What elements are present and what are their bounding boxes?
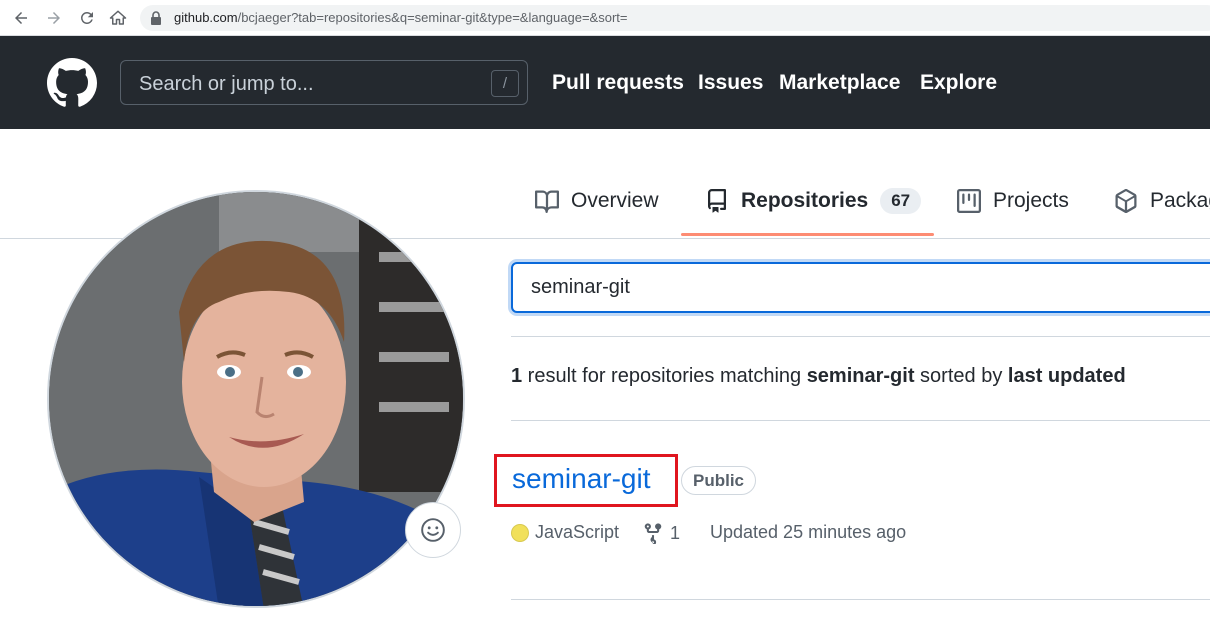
divider xyxy=(511,599,1210,600)
repo-language: JavaScript xyxy=(511,522,619,543)
language-label: JavaScript xyxy=(535,522,620,542)
tab-repositories[interactable]: Repositories 67 xyxy=(705,186,922,216)
smiley-icon xyxy=(421,518,445,542)
visibility-badge: Public xyxy=(681,466,757,495)
home-icon xyxy=(109,10,127,25)
address-bar[interactable]: github.com/bcjaeger?tab=repositories&q=s… xyxy=(140,5,1210,31)
url-text: github.com/bcjaeger?tab=repositories&q=s… xyxy=(174,10,628,25)
nav-pull-requests[interactable]: Pull requests xyxy=(552,71,684,95)
lock-icon xyxy=(151,11,161,25)
tab-overview-label: Overview xyxy=(571,189,659,212)
search-placeholder: Search or jump to... xyxy=(139,73,314,95)
profile-photo xyxy=(49,192,463,606)
home-button[interactable] xyxy=(106,6,130,30)
tab-packages-label: Packages xyxy=(1150,189,1210,212)
tab-projects[interactable]: Projects xyxy=(957,186,1069,216)
find-repository-input[interactable] xyxy=(511,262,1210,313)
arrow-right-icon xyxy=(48,12,60,24)
tab-overview[interactable]: Overview xyxy=(535,186,659,216)
arrow-left-icon xyxy=(15,12,27,24)
fork-icon xyxy=(644,523,662,544)
divider xyxy=(511,420,1210,421)
repo-icon xyxy=(708,189,726,213)
repo-updated: Updated 25 minutes ago xyxy=(710,522,906,543)
divider xyxy=(511,336,1210,337)
github-header: Search or jump to... / Pull requests Iss… xyxy=(0,36,1210,129)
language-color-dot xyxy=(511,523,529,542)
book-icon xyxy=(535,190,559,213)
forward-button[interactable] xyxy=(42,6,66,30)
tab-repositories-label: Repositories xyxy=(741,189,869,212)
selected-tab-indicator xyxy=(681,233,934,236)
reload-button[interactable] xyxy=(75,6,99,30)
repo-name-link[interactable]: seminar-git xyxy=(512,463,650,495)
results-summary: 1 result for repositories matching semin… xyxy=(511,365,1126,387)
repo-search-field[interactable] xyxy=(531,276,1131,299)
updated-text: Updated 25 minutes ago xyxy=(710,522,907,542)
repositories-count-badge: 67 xyxy=(880,188,922,214)
package-icon xyxy=(1115,189,1137,213)
nav-explore[interactable]: Explore xyxy=(920,71,997,95)
github-logo-icon[interactable] xyxy=(47,58,97,108)
reload-icon xyxy=(80,11,93,24)
project-icon xyxy=(957,189,981,213)
repo-forks-link[interactable]: 1 xyxy=(642,522,680,544)
avatar[interactable] xyxy=(47,190,465,608)
nav-issues[interactable]: Issues xyxy=(698,71,763,95)
forks-count: 1 xyxy=(670,522,681,543)
search-shortcut-key: / xyxy=(491,70,519,97)
nav-marketplace[interactable]: Marketplace xyxy=(779,71,900,95)
tab-packages[interactable]: Packages xyxy=(1114,186,1210,216)
global-search-input[interactable]: Search or jump to... / xyxy=(120,60,528,105)
back-button[interactable] xyxy=(9,6,33,30)
set-status-button[interactable] xyxy=(405,502,461,558)
browser-toolbar: github.com/bcjaeger?tab=repositories&q=s… xyxy=(0,0,1210,36)
tab-projects-label: Projects xyxy=(993,189,1069,212)
